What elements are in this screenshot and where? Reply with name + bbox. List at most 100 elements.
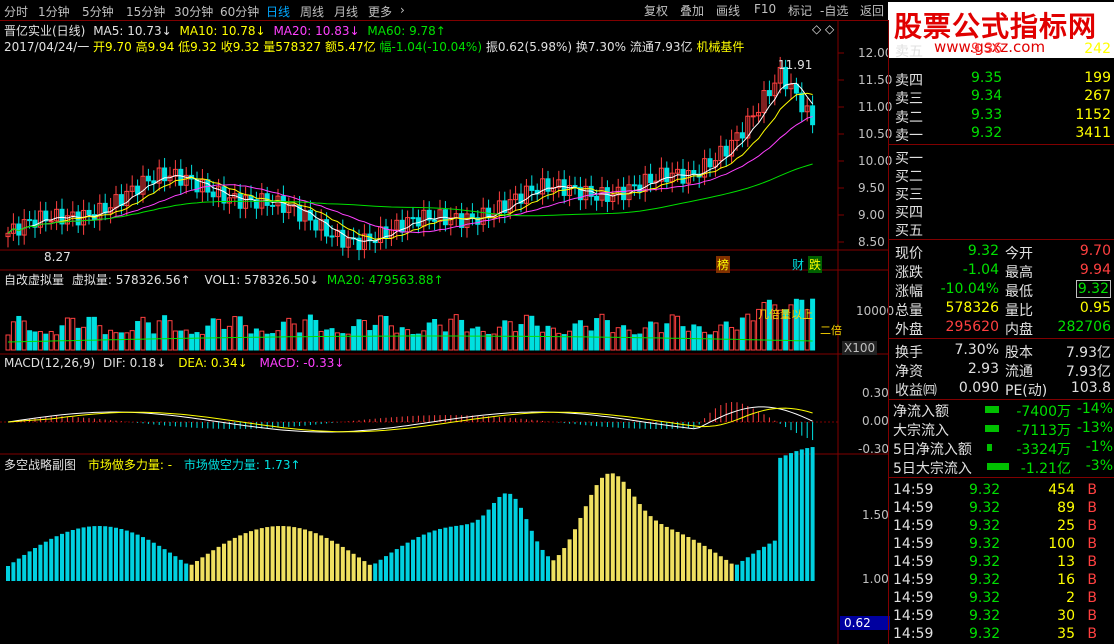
flow-value: -7113万 xyxy=(1016,423,1071,439)
ask-label: 卖五 xyxy=(895,44,923,60)
strategy-tick: 1.00 xyxy=(862,572,889,586)
strategy-tick: 1.50 xyxy=(862,508,889,522)
ask-row-2[interactable]: 卖二 9.33 1152 xyxy=(889,106,1114,126)
bid-row-3[interactable]: 买三 xyxy=(889,183,1114,203)
adjust-button[interactable]: 复权 xyxy=(644,2,668,19)
quote-label: 外盘 xyxy=(895,322,923,338)
ask-row-1[interactable]: 卖一 9.32 3411 xyxy=(889,124,1114,144)
mark-button[interactable]: 标记 xyxy=(788,2,812,19)
volume-bar xyxy=(226,325,232,351)
chart-area[interactable]: 晋亿实业(日线) MA5: 10.73↓ MA10: 10.78↓ MA20: … xyxy=(0,20,894,644)
period-tab-daily[interactable]: 日线 xyxy=(266,3,290,20)
tick-row: 14:59 9.32 35 B xyxy=(889,625,1114,644)
draw-line-button[interactable]: 画线 xyxy=(716,2,740,19)
bar-volume: 量578327 xyxy=(263,40,322,54)
candle-body xyxy=(178,168,184,186)
bid-row-4[interactable]: 买四 xyxy=(889,201,1114,221)
volume-bar xyxy=(448,318,454,351)
ask-volume: 199 xyxy=(1084,70,1111,86)
volume-bar xyxy=(118,332,124,351)
ma20-label: MA20: 10.83↓ xyxy=(273,24,360,38)
drop-badge[interactable]: 跌 xyxy=(808,256,823,273)
flow-label: 大宗流入 xyxy=(893,423,949,439)
strategy-bar xyxy=(22,554,27,581)
strategy-bar xyxy=(389,552,394,581)
strategy-bar xyxy=(659,524,664,581)
candle-body xyxy=(739,132,745,139)
volume-indicator-name[interactable]: 自改虚拟量 xyxy=(4,273,64,287)
volume-bar xyxy=(210,318,216,351)
strategy-bar xyxy=(589,494,594,581)
strategy-header: 多空战略副图 市场做多力量: - 市场做空力量: 1.73↑ xyxy=(4,456,301,473)
flow-row: 大宗流入 -7113万 -13% xyxy=(889,419,1114,439)
diamond-icon[interactable]: ◇ ◇ xyxy=(812,22,834,36)
strategy-bar xyxy=(535,541,540,581)
strategy-bar xyxy=(141,537,145,581)
period-tab-timeshare[interactable]: 分时 xyxy=(4,3,28,20)
volume-bar xyxy=(351,326,357,351)
tick-price: 9.32 xyxy=(969,482,1001,498)
flow-bar xyxy=(985,425,999,432)
strategy-bar xyxy=(529,530,534,581)
volume-bar xyxy=(745,313,751,351)
back-button[interactable]: 返回 xyxy=(860,2,884,19)
f10-button[interactable]: F10 xyxy=(754,2,776,16)
volume-bar xyxy=(588,330,594,351)
financial-badge[interactable]: 财 xyxy=(792,256,804,273)
macd-indicator-name[interactable]: MACD(12,26,9) xyxy=(4,356,95,370)
volume-bar xyxy=(399,327,405,351)
bid-row-5[interactable]: 买五 xyxy=(889,219,1114,239)
candle-body xyxy=(793,83,799,94)
period-tab-30min[interactable]: 30分钟 xyxy=(174,3,213,20)
rank-badge[interactable]: 榜 xyxy=(716,256,731,273)
strategy-indicator-name[interactable]: 多空战略副图 xyxy=(4,458,76,472)
volume-bar xyxy=(691,324,697,351)
bid-row-2[interactable]: 买二 xyxy=(889,165,1114,185)
strategy-bar xyxy=(475,519,480,581)
ask-row-4[interactable]: 卖四 9.35 199 xyxy=(889,69,1114,89)
macd-tick: -0.30 xyxy=(858,442,890,456)
bid-row-1[interactable]: 买一 xyxy=(889,147,1114,167)
period-tab-more[interactable]: 更多 xyxy=(368,3,392,20)
chevron-right-icon[interactable]: › xyxy=(400,3,405,17)
bar-change: 幅-1.04(-10.04%) xyxy=(379,40,483,54)
strategy-bar xyxy=(373,563,378,581)
ma60-label: MA60: 9.78↑ xyxy=(367,24,446,38)
period-tab-15min[interactable]: 15分钟 xyxy=(126,3,165,20)
tick-row: 14:59 9.32 25 B xyxy=(889,517,1114,536)
period-tab-monthly[interactable]: 月线 xyxy=(334,3,358,20)
overlay-button[interactable]: 叠加 xyxy=(680,2,704,19)
volume-bar xyxy=(480,330,486,351)
volume-bar xyxy=(453,314,459,351)
fundamental-value: 7.30% xyxy=(954,342,999,358)
price-tick: 8.50 xyxy=(858,235,885,249)
period-tab-5min[interactable]: 5分钟 xyxy=(82,3,114,20)
ma10-label: MA10: 10.78↓ xyxy=(179,24,266,38)
strategy-bar xyxy=(799,449,804,581)
strategy-bar xyxy=(60,533,64,581)
tick-vol: 454 xyxy=(1048,482,1075,498)
period-tab-weekly[interactable]: 周线 xyxy=(300,3,324,20)
volume-bar xyxy=(577,320,583,351)
tick-price: 9.32 xyxy=(969,518,1001,534)
ask-row-3[interactable]: 卖三 9.34 267 xyxy=(889,87,1114,107)
volume-bar xyxy=(162,315,168,351)
volume-bar xyxy=(583,325,589,351)
flow-label: 5日净流入额 xyxy=(893,442,972,458)
period-tab-1min[interactable]: 1分钟 xyxy=(38,3,70,20)
volume-bar xyxy=(91,316,97,351)
period-tab-60min[interactable]: 60分钟 xyxy=(220,3,259,20)
volume-bar xyxy=(75,327,81,351)
add-watchlist-button[interactable]: -自选 xyxy=(820,2,848,19)
volume-bar xyxy=(459,319,465,351)
volume-bar xyxy=(302,319,308,351)
strategy-bar xyxy=(189,564,194,581)
volume-bar xyxy=(534,325,540,351)
chart-canvas[interactable] xyxy=(0,20,888,644)
ask-row-4[interactable]: 卖五 9.36 242 xyxy=(889,40,1114,60)
ask-volume: 1152 xyxy=(1075,107,1111,123)
strategy-bar xyxy=(713,552,718,581)
ask-price: 9.34 xyxy=(971,88,1003,104)
tick-row: 14:59 9.32 89 B xyxy=(889,499,1114,518)
strategy-bar xyxy=(583,506,588,581)
